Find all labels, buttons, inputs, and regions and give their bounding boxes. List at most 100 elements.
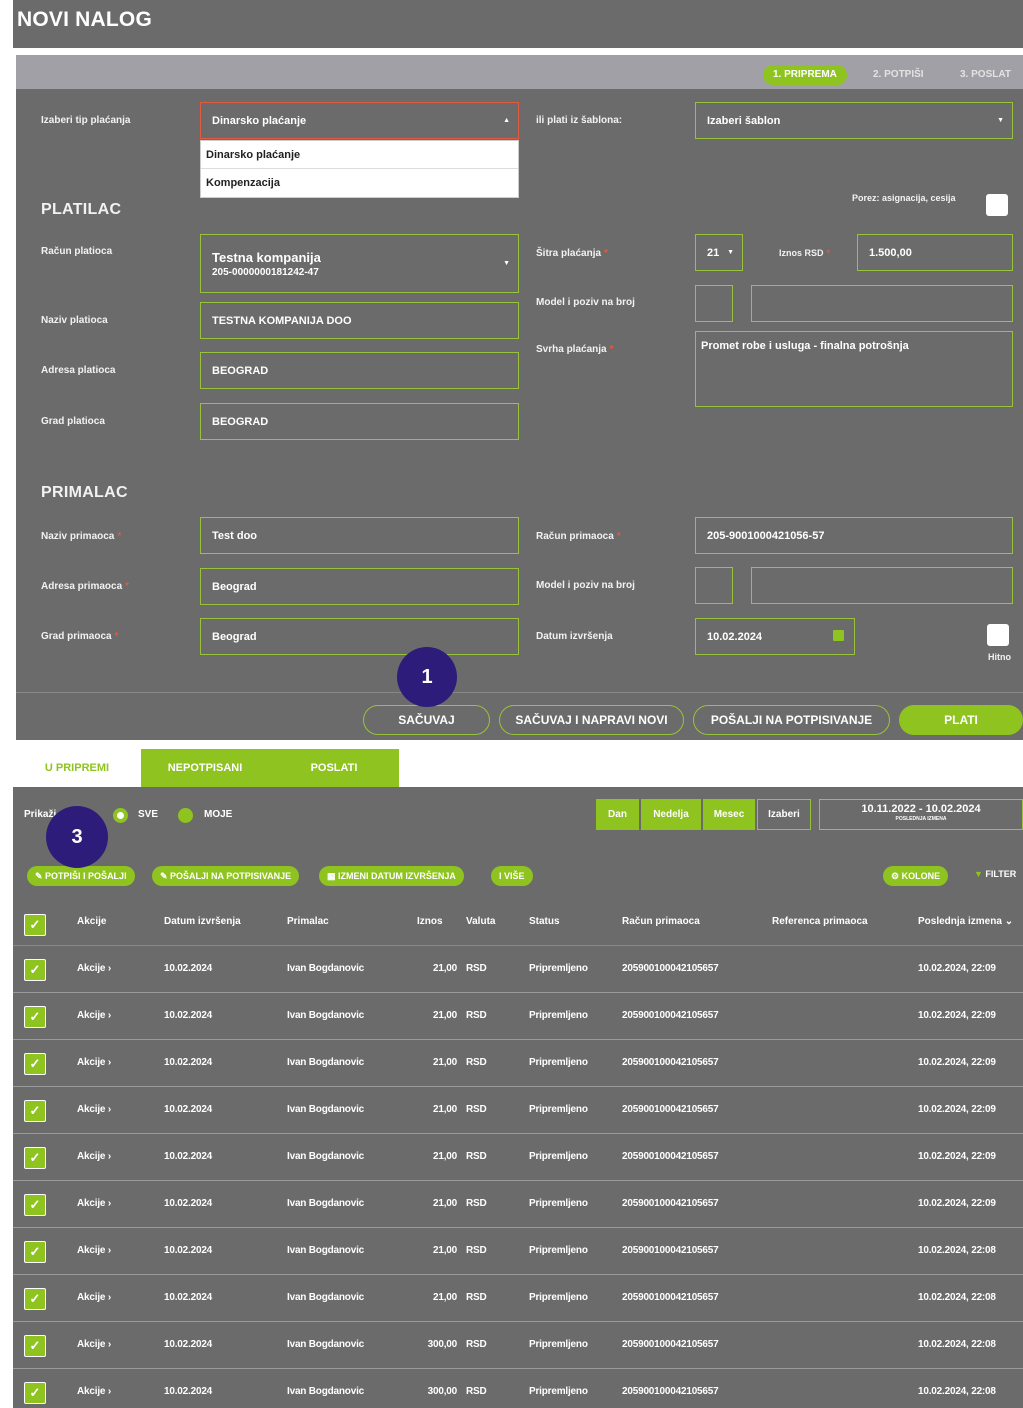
- row-actions-link[interactable]: Akcije ›: [77, 1057, 111, 1068]
- payer-account-select[interactable]: Testna kompanija 205-0000000181242-47 ▼: [200, 234, 519, 293]
- row-checkbox[interactable]: ✓: [24, 1241, 46, 1263]
- table-row[interactable]: ✓ Akcije › 10.02.2024 Ivan Bogdanovic RSD Pri…: [13, 1322, 1023, 1369]
- purpose-textarea[interactable]: Promet robe i usluga - finalna potrošnja: [695, 331, 1013, 407]
- row-actions-link[interactable]: Akcije ›: [77, 963, 111, 974]
- recipient-name-input[interactable]: Test doo: [200, 517, 519, 554]
- col-currency[interactable]: Valuta: [466, 916, 495, 927]
- payment-type-label: Izaberi tip plaćanja: [41, 115, 131, 126]
- row-checkbox[interactable]: ✓: [24, 1053, 46, 1075]
- table-row[interactable]: ✓ Akcije › 10.02.2024 Ivan Bogdanovic RSD Pri…: [13, 1228, 1023, 1275]
- row-actions-link[interactable]: Akcije ›: [77, 1339, 111, 1350]
- tab-nepotpisani[interactable]: NEPOTPISANI: [141, 749, 269, 787]
- row-checkbox[interactable]: ✓: [24, 1006, 46, 1028]
- send-for-signing-button[interactable]: POŠALJI NA POTPISIVANJE: [693, 705, 890, 735]
- steps-bar: 1. PRIPREMA 2. POTPIŠI 3. POSLAT: [16, 55, 1023, 89]
- select-all-checkbox[interactable]: ✓: [24, 914, 46, 936]
- row-actions-link[interactable]: Akcije ›: [77, 1386, 111, 1397]
- row-checkbox[interactable]: ✓: [24, 1382, 46, 1404]
- table-row[interactable]: ✓ Akcije › 10.02.2024 Ivan Bogdanovic RSD Pri…: [13, 1040, 1023, 1087]
- col-account[interactable]: Račun primaoca: [622, 916, 700, 927]
- template-select[interactable]: Izaberi šablon ▼: [695, 102, 1013, 139]
- recipient-account-input[interactable]: 205-9001000421056-57: [695, 517, 1013, 554]
- table-row[interactable]: ✓ Akcije › 10.02.2024 Ivan Bogdanovic RSD Pri…: [13, 1181, 1023, 1228]
- row-checkbox[interactable]: ✓: [24, 1288, 46, 1310]
- row-checkbox[interactable]: ✓: [24, 1147, 46, 1169]
- tax-checkbox[interactable]: [986, 194, 1008, 216]
- chevron-right-icon: ›: [105, 1104, 111, 1115]
- cell-date: 10.02.2024: [164, 1245, 213, 1256]
- payment-code-value: 21: [707, 246, 720, 259]
- row-actions-link[interactable]: Akcije ›: [77, 1198, 111, 1209]
- urgent-checkbox[interactable]: [987, 624, 1009, 646]
- cell-account: 205900100042105657: [622, 1386, 719, 1397]
- table-row[interactable]: ✓ Akcije › 10.02.2024 Ivan Bogdanovic RSD Pri…: [13, 1087, 1023, 1134]
- cell-currency: RSD: [466, 1010, 487, 1021]
- cell-currency: RSD: [466, 1386, 487, 1397]
- col-status[interactable]: Status: [529, 916, 560, 927]
- cell-currency: RSD: [466, 1104, 487, 1115]
- row-actions-link[interactable]: Akcije ›: [77, 1104, 111, 1115]
- period-week-button[interactable]: Nedelja: [641, 799, 701, 830]
- calendar-icon[interactable]: [833, 630, 844, 641]
- save-and-new-button[interactable]: SAČUVAJ I NAPRAVI NOVI: [499, 705, 684, 735]
- table-row[interactable]: ✓ Akcije › 10.02.2024 Ivan Bogdanovic RSD Pri…: [13, 1275, 1023, 1322]
- cell-account: 205900100042105657: [622, 1292, 719, 1303]
- row-checkbox[interactable]: ✓: [24, 1335, 46, 1357]
- tab-poslati[interactable]: POSLATI: [269, 749, 399, 787]
- cell-account: 205900100042105657: [622, 1198, 719, 1209]
- save-button[interactable]: SAČUVAJ: [363, 705, 490, 735]
- recipient-city-input[interactable]: Beograd: [200, 618, 519, 655]
- col-amount[interactable]: Iznos: [417, 916, 443, 927]
- payer-city-input[interactable]: BEOGRAD: [200, 403, 519, 440]
- option-dinarsko[interactable]: Dinarsko plaćanje: [201, 141, 518, 169]
- filter-button[interactable]: ▼ FILTER: [974, 869, 1016, 879]
- table-row[interactable]: ✓ Akcije › 10.02.2024 Ivan Bogdanovic RSD Pri…: [13, 1134, 1023, 1181]
- form-actions: SAČUVAJ SAČUVAJ I NAPRAVI NOVI POŠALJI N…: [16, 692, 1023, 740]
- payment-code-select[interactable]: 21 ▼: [695, 234, 743, 271]
- payer-model-input[interactable]: [695, 285, 733, 322]
- radio-mine[interactable]: [178, 808, 193, 823]
- col-modified[interactable]: Poslednja izmena ⌄: [918, 916, 1013, 927]
- period-day-button[interactable]: Dan: [596, 799, 639, 830]
- row-checkbox[interactable]: ✓: [24, 959, 46, 981]
- row-actions-link[interactable]: Akcije ›: [77, 1245, 111, 1256]
- execution-date-input[interactable]: 10.02.2024: [695, 618, 855, 655]
- sign-and-send-button[interactable]: ✎ POTPIŠI I POŠALJI: [27, 866, 135, 886]
- row-checkbox[interactable]: ✓: [24, 1100, 46, 1122]
- recipient-model-input[interactable]: [695, 567, 733, 604]
- date-range[interactable]: 10.11.2022 - 10.02.2024 POSLEDNJA IZMENA: [819, 799, 1023, 830]
- col-recipient[interactable]: Primalac: [287, 916, 329, 927]
- payment-type-select[interactable]: Dinarsko plaćanje ▲: [200, 102, 519, 139]
- amount-input[interactable]: 1.500,00: [857, 234, 1013, 271]
- period-month-button[interactable]: Mesec: [703, 799, 755, 830]
- table-row[interactable]: ✓ Akcije › 10.02.2024 Ivan Bogdanovic RSD Pri…: [13, 993, 1023, 1040]
- row-checkbox[interactable]: ✓: [24, 1194, 46, 1216]
- payer-name-value: TESTNA KOMPANIJA DOO: [212, 314, 352, 327]
- columns-button[interactable]: ⚙ KOLONE: [883, 866, 949, 886]
- pay-button[interactable]: PLATI: [899, 705, 1023, 735]
- table-row[interactable]: ✓ Akcije › 10.02.2024 Ivan Bogdanovic RSD Pri…: [13, 946, 1023, 993]
- row-actions-link[interactable]: Akcije ›: [77, 1010, 111, 1021]
- row-actions-link[interactable]: Akcije ›: [77, 1292, 111, 1303]
- option-kompenzacija[interactable]: Kompenzacija: [201, 169, 518, 197]
- template-label: ili plati iz šablona:: [536, 115, 623, 126]
- tab-u-pripremi[interactable]: U PRIPREMI: [13, 749, 141, 787]
- list-tabs: U PRIPREMI NEPOTPISANI POSLATI: [13, 749, 1023, 787]
- radio-all[interactable]: [113, 808, 128, 823]
- col-reference[interactable]: Referenca primaoca: [772, 916, 868, 927]
- more-button[interactable]: I VIŠE: [491, 866, 533, 886]
- col-date[interactable]: Datum izvršenja: [164, 916, 241, 927]
- payments-list: Prikaži SVE MOJE Dan Nedelja Mesec Izabe…: [13, 787, 1023, 1408]
- payer-name-input[interactable]: TESTNA KOMPANIJA DOO: [200, 302, 519, 339]
- payer-reference-input[interactable]: [751, 285, 1013, 322]
- change-date-button[interactable]: ▦ IZMENI DATUM IZVRŠENJA: [319, 866, 464, 886]
- row-actions-link[interactable]: Akcije ›: [77, 1151, 111, 1162]
- bulk-send-for-signing-button[interactable]: ✎ POŠALJI NA POTPISIVANJE: [152, 866, 300, 886]
- recipient-address-input[interactable]: Beograd: [200, 568, 519, 605]
- recipient-reference-input[interactable]: [751, 567, 1013, 604]
- table-row[interactable]: ✓ Akcije › 10.02.2024 Ivan Bogdanovic RSD Pri…: [13, 1369, 1023, 1408]
- recipient-city-label: Grad primaoca *: [41, 631, 119, 642]
- tax-checkbox-label: Porez: asignacija, cesija: [852, 193, 956, 203]
- payer-address-input[interactable]: BEOGRAD: [200, 352, 519, 389]
- period-custom-button[interactable]: Izaberi: [757, 799, 811, 830]
